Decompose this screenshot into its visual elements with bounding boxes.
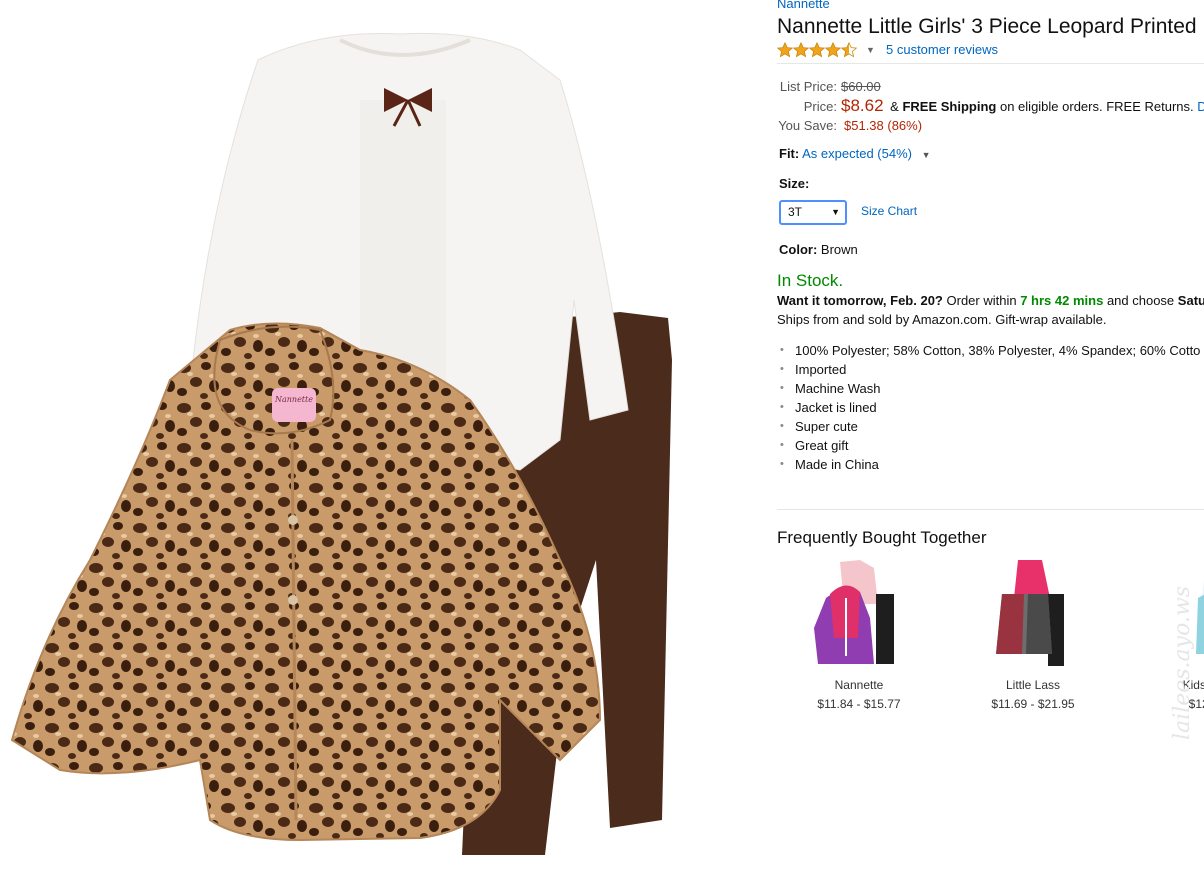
want-it-tomorrow: Want it tomorrow, Feb. 20? <box>777 293 943 308</box>
fit-caret-icon[interactable]: ▼ <box>922 150 931 160</box>
feature-item: Imported <box>777 360 1200 379</box>
color-value: Brown <box>820 242 858 257</box>
fbt-thumbnail <box>996 560 1064 666</box>
color-label: Color: <box>779 242 818 257</box>
delivery-message: Want it tomorrow, Feb. 20? Order within … <box>777 293 1204 308</box>
free-shipping-link[interactable]: FREE Shipping <box>902 99 996 114</box>
size-chart-link[interactable]: Size Chart <box>861 204 917 218</box>
fit-row: Fit: As expected (54%) ▼ <box>779 145 931 164</box>
size-label: Size: <box>779 176 810 191</box>
product-photo: Nannette <box>10 32 672 855</box>
fbt-item-nannette[interactable]: Nannette $11.84 - $15.77 <box>789 558 929 711</box>
product-details: Nannette Nannette Little Girls' 3 Piece … <box>777 0 1204 870</box>
watermark: lailees.ayo.ws <box>1170 585 1195 740</box>
feature-item: Great gift <box>777 436 1200 455</box>
fbt-thumbnail <box>814 560 894 664</box>
star-rating[interactable] <box>777 42 859 63</box>
fit-value-link[interactable]: As expected (54%) <box>802 146 912 161</box>
brand-link[interactable]: Nannette <box>777 0 830 11</box>
feature-bullets: 100% Polyester; 58% Cotton, 38% Polyeste… <box>777 341 1200 474</box>
price-value: $8.62 <box>841 96 884 115</box>
fbt-item-price: $11.69 - $21.95 <box>991 697 1075 711</box>
choose-option: Satu <box>1177 293 1204 308</box>
fit-label: Fit: <box>779 146 800 161</box>
chevron-down-icon: ▼ <box>831 207 840 217</box>
time-left: 7 hrs 42 mins <box>1020 293 1104 308</box>
customer-reviews-link[interactable]: 5 customer reviews <box>886 42 998 58</box>
choose-text: and choose <box>1106 293 1175 308</box>
list-price-row: List Price: $60.00 <box>777 77 881 97</box>
size-selected-value: 3T <box>788 205 803 219</box>
fbt-item-name[interactable]: Little Lass <box>963 678 1103 692</box>
price-label: Price: <box>803 99 837 114</box>
product-title: Nannette Little Girls' 3 Piece Leopard P… <box>777 15 1197 38</box>
fbt-item-little-lass[interactable]: Little Lass $11.69 - $21.95 <box>963 558 1103 711</box>
availability-status: In Stock. <box>777 271 844 290</box>
price-amp: & <box>890 99 899 114</box>
garment-label-text: Nannette <box>274 395 313 404</box>
list-price-value: $60.00 <box>841 79 881 94</box>
rating-caret-icon[interactable]: ▼ <box>866 42 875 58</box>
size-select[interactable]: 3T ▼ <box>779 200 847 225</box>
feature-item: 100% Polyester; 58% Cotton, 38% Polyeste… <box>777 341 1200 360</box>
frequently-bought-title: Frequently Bought Together <box>777 528 987 547</box>
you-save-value: $51.38 (86%) <box>844 118 923 133</box>
divider <box>777 509 1204 510</box>
divider <box>777 63 1204 64</box>
stars-icon <box>777 42 857 58</box>
fbt-item-price: $11.84 - $15.77 <box>817 697 901 711</box>
shipping-suffix: on eligible orders. FREE Returns. <box>999 99 1194 114</box>
you-save-label: You Save: <box>778 118 837 133</box>
feature-item: Jacket is lined <box>777 398 1200 417</box>
fbt-item-name[interactable]: Nannette <box>789 678 929 692</box>
you-save-row: You Save: $51.38 (86%) <box>777 116 922 136</box>
list-price-label: List Price: <box>779 79 837 94</box>
feature-item: Machine Wash <box>777 379 1200 398</box>
color-row: Color: Brown <box>779 242 858 257</box>
order-within-text: Order within <box>946 293 1017 308</box>
product-image[interactable]: Nannette <box>0 0 760 870</box>
details-link[interactable]: D <box>1197 99 1204 114</box>
price-row: Price: $8.62 & FREE Shipping on eligible … <box>777 96 1204 116</box>
feature-item: Super cute <box>777 417 1200 436</box>
feature-item: Made in China <box>777 455 1200 474</box>
ships-from-text: Ships from and sold by Amazon.com. Gift-… <box>777 312 1107 327</box>
